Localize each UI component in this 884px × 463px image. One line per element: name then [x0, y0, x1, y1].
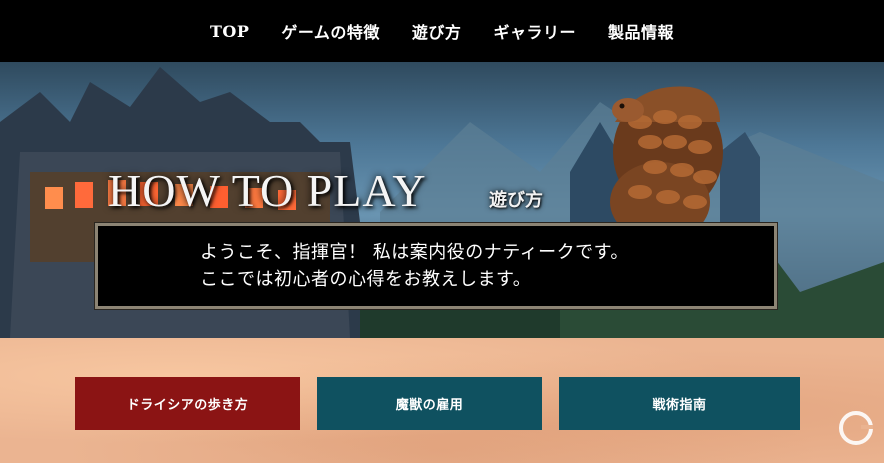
nav-item-how-to-play[interactable]: 遊び方 [412, 19, 462, 43]
section-buttons-area: ドライシアの歩き方 魔獣の雇用 戦術指南 [0, 338, 884, 463]
hero-subtitle: 遊び方 [489, 190, 543, 211]
tactics-guide-button[interactable]: 戦術指南 [559, 377, 800, 430]
nav-item-top[interactable]: TOP [210, 22, 249, 41]
top-nav: TOP ゲームの特徴 遊び方 ギャラリー 製品情報 [0, 0, 884, 62]
nav-item-features[interactable]: ゲームの特徴 [281, 19, 380, 43]
nav-item-product-info[interactable]: 製品情報 [608, 19, 674, 43]
drysia-walkthrough-button[interactable]: ドライシアの歩き方 [75, 377, 300, 430]
monster-hiring-button[interactable]: 魔獣の雇用 [317, 377, 542, 430]
guide-message-line-1: ようこそ、指揮官！ 私は案内役のナティークです。 [200, 242, 629, 263]
hero-banner: HOW TO PLAY 遊び方 ようこそ、指揮官！ 私は案内役のナティークです。… [0, 62, 884, 338]
nav-item-gallery[interactable]: ギャラリー [493, 19, 576, 43]
guide-message-box: ようこそ、指揮官！ 私は案内役のナティークです。 ここでは初心者の心得をお教えし… [95, 223, 777, 309]
site-logo-icon [839, 411, 873, 445]
hero-title: HOW TO PLAY [108, 165, 427, 216]
guide-message-line-2: ここでは初心者の心得をお教えします。 [200, 269, 532, 290]
